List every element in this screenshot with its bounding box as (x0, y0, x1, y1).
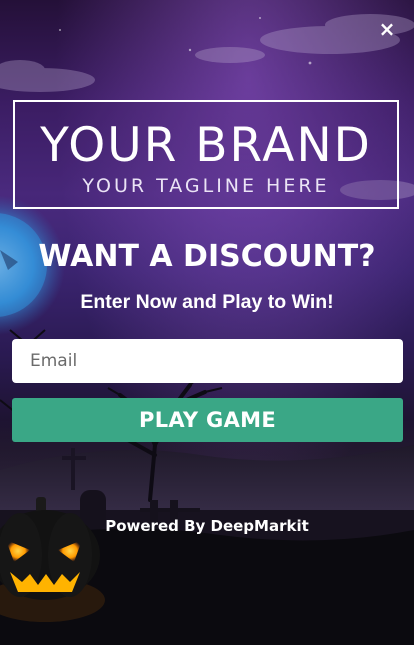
headline: WANT A DISCOUNT? (38, 239, 376, 274)
discount-popup: × YOUR BRAND YOUR TAGLINE HERE WANT A DI… (0, 0, 414, 645)
play-game-button[interactable]: PLAY GAME (12, 398, 403, 442)
halloween-background (0, 14, 414, 645)
brand-tagline: YOUR TAGLINE HERE (82, 175, 330, 197)
brand-name: YOUR BRAND (40, 118, 372, 173)
brand-logo-placeholder: YOUR BRAND YOUR TAGLINE HERE (13, 100, 399, 209)
close-icon[interactable]: × (376, 18, 398, 40)
graveyard-cross (62, 448, 86, 490)
subheadline: Enter Now and Play to Win! (80, 291, 334, 313)
email-field[interactable] (12, 339, 403, 383)
powered-by: Powered By DeepMarkit (105, 517, 309, 535)
